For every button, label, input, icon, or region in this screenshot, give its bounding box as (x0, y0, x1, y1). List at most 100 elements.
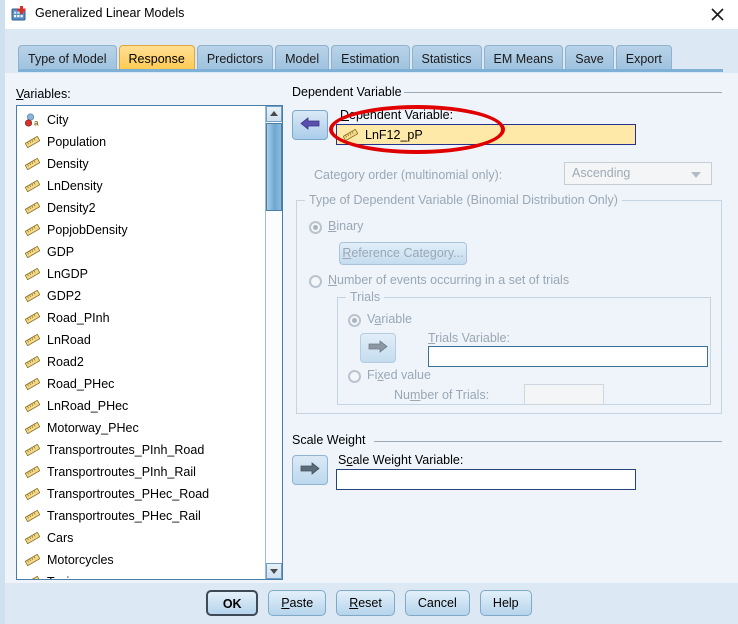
tab-save[interactable]: Save (565, 45, 614, 71)
scale-weight-field-label-rest: ale Weight Variable: (352, 453, 464, 467)
variable-list-item[interactable]: Transportroutes_PInh_Road (17, 439, 265, 461)
binary-radio[interactable] (309, 221, 322, 234)
variable-name: City (47, 113, 69, 127)
number-of-trials-field[interactable] (524, 384, 604, 405)
close-icon[interactable] (704, 2, 730, 27)
tabstrip-left-edge (0, 29, 5, 73)
variable-list-item[interactable]: LnGDP (17, 263, 265, 285)
variables-list-box[interactable]: a City Population Density LnDensity Density2 P… (16, 105, 283, 580)
variable-name: Transportroutes_PHec_Rail (47, 509, 201, 523)
variable-list-item[interactable]: Road_PInh (17, 307, 265, 329)
variable-list-item[interactable]: Road_PHec (17, 373, 265, 395)
variable-list-item[interactable]: LnDensity (17, 175, 265, 197)
scale-weight-field[interactable] (336, 469, 636, 490)
tab-statistics[interactable]: Statistics (411, 45, 482, 71)
number-of-trials-label: Number of Trials: (394, 388, 490, 402)
variables-scrollbar[interactable] (265, 106, 282, 579)
tab-export[interactable]: Export (615, 45, 672, 71)
tab-estimation[interactable]: Estimation (331, 45, 410, 71)
dialog-body: Variables: a City Population Density LnDensi… (0, 73, 738, 583)
title-bar: Generalized Linear Models (0, 0, 738, 30)
variable-list-item[interactable]: LnRoad_PHec (17, 395, 265, 417)
variables-label: Variables: (16, 87, 71, 101)
variable-name: Road2 (47, 355, 84, 369)
dependent-variable-field-label-rest: ependent Variable: (349, 108, 454, 122)
scrollbar-thumb[interactable] (266, 123, 282, 211)
variable-list-item[interactable]: Motorway_PHec (17, 417, 265, 439)
variable-list-item[interactable]: a City (17, 109, 265, 131)
trials-variable-radio-label: Variable (367, 312, 412, 326)
trials-variable-field[interactable] (428, 346, 708, 367)
variable-name: Motorcycles (47, 553, 114, 567)
trials-variable-radio[interactable] (348, 314, 361, 327)
scale-ruler-icon (23, 552, 42, 568)
variable-list-item[interactable]: Taxis (17, 571, 265, 579)
dependent-variable-value: LnF12_pP (365, 127, 423, 142)
variable-list-item[interactable]: LnRoad (17, 329, 265, 351)
scale-ruler-icon (23, 244, 42, 260)
trials-variable-label-rest: rials Variable: (435, 331, 510, 345)
number-of-trials-label-rest: ber of Trials: (420, 388, 490, 402)
variable-list-item[interactable]: PopjobDensity (17, 219, 265, 241)
move-dependent-variable-button[interactable] (292, 110, 328, 140)
reference-category-button[interactable]: Reference Category... (339, 242, 467, 265)
variable-name: Population (47, 135, 107, 149)
variable-list-item[interactable]: Motorcycles (17, 549, 265, 571)
dependent-variable-field[interactable]: LnF12_pP (336, 124, 636, 145)
variable-list-item[interactable]: Density2 (17, 197, 265, 219)
category-order-select[interactable]: Ascending (564, 162, 712, 185)
variable-list-item[interactable]: Cars (17, 527, 265, 549)
variable-name: Transportroutes_PHec_Road (47, 487, 210, 501)
variable-name: Taxis (47, 571, 75, 579)
variable-list-item[interactable]: Density (17, 153, 265, 175)
variable-name: Transportroutes_PInh_Road (47, 443, 205, 457)
trials-variable-radio-label-rest: riable (381, 312, 412, 326)
tab-list: Type of Model Response Predictors Model Esti… (18, 43, 674, 71)
variables-list[interactable]: a City Population Density LnDensity Density2 P… (17, 106, 265, 579)
binary-label-rest: inary (336, 219, 364, 233)
help-button[interactable]: Help (479, 590, 532, 616)
binary-label: Binary (328, 219, 364, 233)
variable-list-item[interactable]: Road2 (17, 351, 265, 373)
variable-name: GDP (47, 245, 75, 259)
scale-ruler-icon (23, 442, 42, 458)
window-left-edge (0, 0, 5, 29)
cancel-button[interactable]: Cancel (404, 590, 470, 616)
category-order-label: Category order (multinomial only): (314, 168, 503, 182)
variable-list-item[interactable]: Population (17, 131, 265, 153)
number-of-events-radio[interactable] (309, 275, 322, 288)
reference-category-button-rest: eference Category... (351, 246, 464, 260)
tab-model[interactable]: Model (275, 45, 330, 71)
move-trials-variable-button[interactable] (360, 333, 396, 363)
ok-button[interactable]: OK (206, 590, 259, 616)
scale-ruler-icon (23, 464, 42, 480)
variable-list-item[interactable]: GDP (17, 241, 265, 263)
variable-list-item[interactable]: Transportroutes_PHec_Road (17, 483, 265, 505)
fixed-value-radio[interactable] (348, 370, 361, 383)
footer-button-row: OK Paste Reset Cancel Help (0, 590, 738, 616)
scale-ruler-icon (23, 200, 42, 216)
variable-list-item[interactable]: Transportroutes_PHec_Rail (17, 505, 265, 527)
move-scale-weight-button[interactable] (292, 455, 328, 485)
variable-list-item[interactable]: Transportroutes_PInh_Rail (17, 461, 265, 483)
tab-predictors[interactable]: Predictors (196, 45, 274, 71)
scroll-down-icon[interactable] (266, 563, 282, 579)
variable-name: Road_PInh (47, 311, 110, 325)
panel-left-edge (0, 73, 5, 583)
scale-ruler-icon (23, 398, 42, 414)
paste-button[interactable]: Paste (268, 590, 327, 616)
variable-name: GDP2 (47, 289, 82, 303)
tab-type-of-model[interactable]: Type of Model (18, 45, 117, 71)
reset-button[interactable]: Reset (336, 590, 395, 616)
scroll-up-icon[interactable] (266, 106, 282, 122)
category-order-value: Ascending (572, 166, 631, 180)
scale-weight-group-title: Scale Weight (292, 433, 366, 447)
trials-group: Trials Variable Trials Variable: Fixed v… (337, 290, 711, 405)
trials-group-title: Trials (346, 290, 385, 304)
tab-strip: Type of Model Response Predictors Model Esti… (0, 29, 738, 73)
tab-em-means[interactable]: EM Means (483, 45, 564, 71)
variable-name: LnGDP (47, 267, 88, 281)
tab-response[interactable]: Response (118, 45, 195, 71)
scale-ruler-icon (23, 376, 42, 392)
variable-list-item[interactable]: GDP2 (17, 285, 265, 307)
